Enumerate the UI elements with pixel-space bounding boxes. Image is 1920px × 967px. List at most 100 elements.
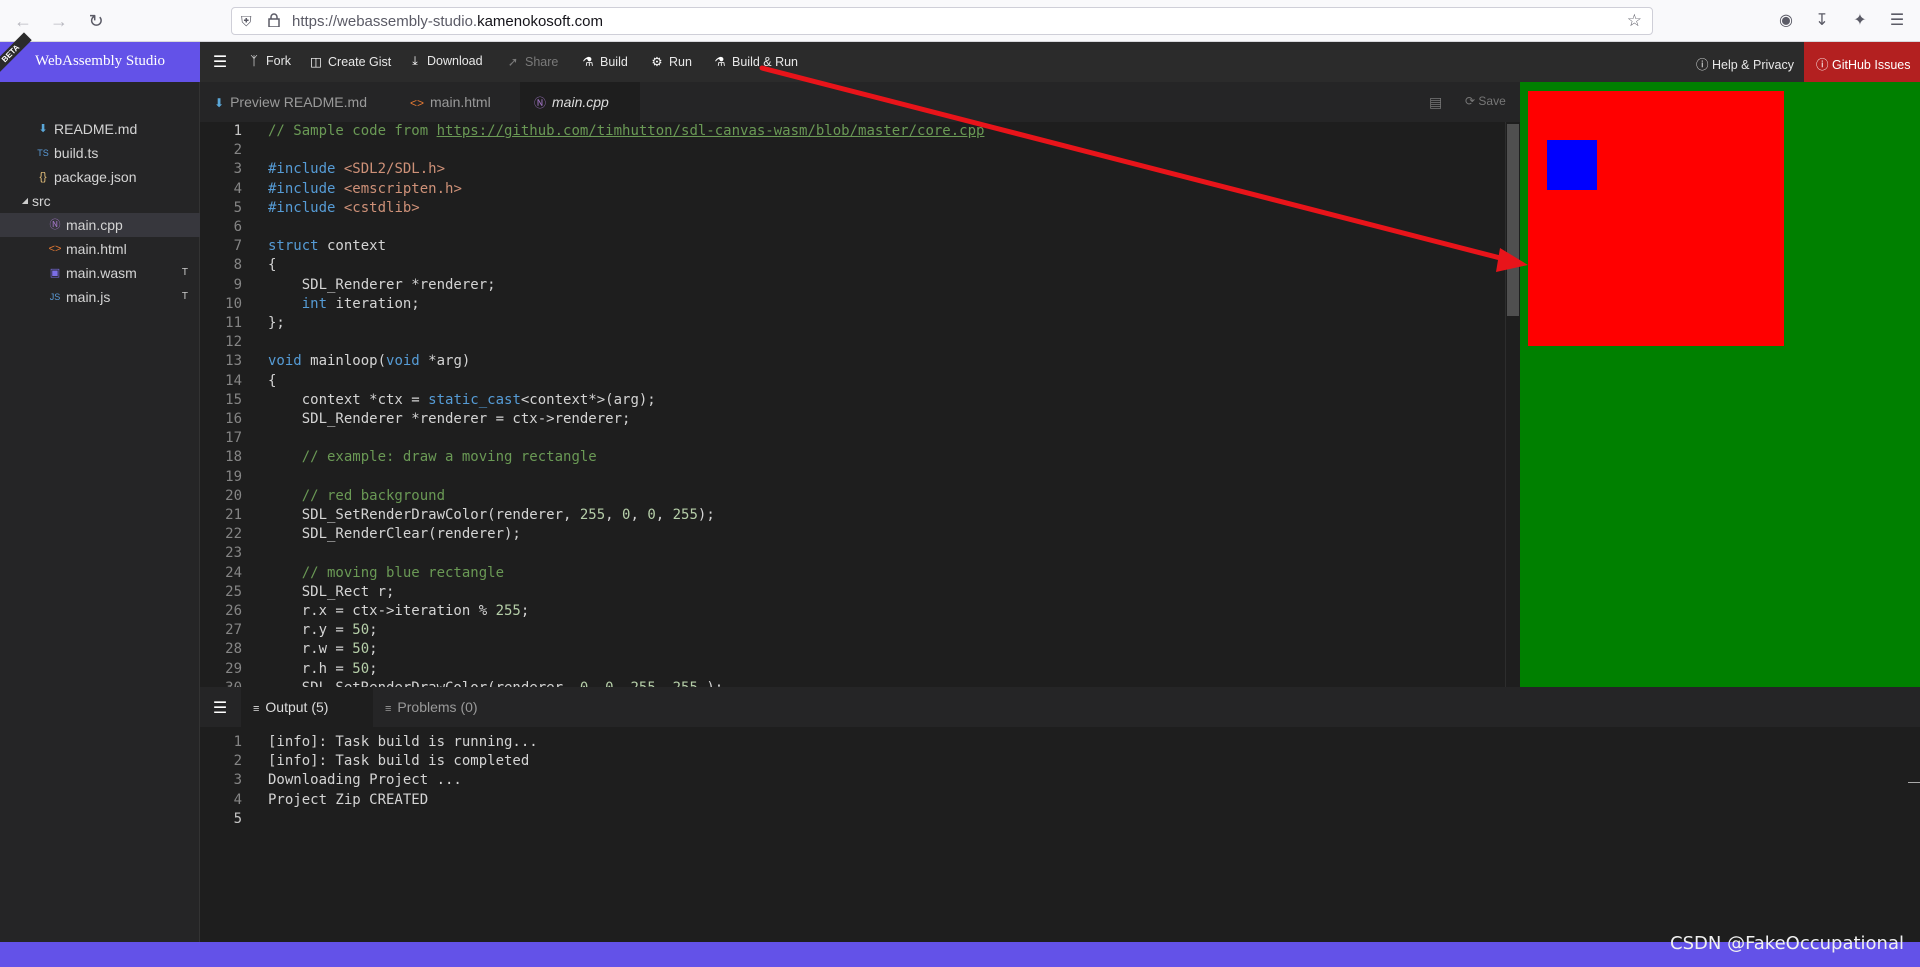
code-line[interactable]: 5 #include <cstdlib> bbox=[200, 199, 1500, 218]
blue-moving-rect bbox=[1547, 140, 1597, 190]
line-number: 2 bbox=[233, 142, 242, 159]
code-editor[interactable]: 1 // Sample code from https://github.com/… bbox=[200, 122, 1520, 687]
code-line[interactable]: 2 bbox=[200, 141, 1500, 160]
file-item-main-js[interactable]: JS main.js T bbox=[0, 285, 200, 309]
reload-icon[interactable]: ↻ bbox=[84, 9, 108, 33]
line-number: 27 bbox=[225, 622, 242, 639]
line-number: 10 bbox=[225, 295, 242, 312]
run-button[interactable]: ⚙ Run bbox=[649, 54, 692, 69]
create-gist-button[interactable]: ◫ Create Gist bbox=[308, 54, 391, 69]
code-line[interactable]: 18 // example: draw a moving rectangle bbox=[200, 448, 1500, 467]
code-line[interactable]: 28 r.w = 50; bbox=[200, 640, 1500, 659]
extensions-icon[interactable]: ✦ bbox=[1849, 10, 1871, 30]
tab-output[interactable]: ≡ Output (5) bbox=[241, 687, 373, 727]
code-line[interactable]: 20 // red background bbox=[200, 487, 1500, 506]
file-item-readme[interactable]: ⬇ README.md bbox=[0, 117, 200, 141]
scrollbar-thumb[interactable] bbox=[1507, 124, 1519, 316]
code-text: #include <emscripten.h> bbox=[268, 180, 462, 197]
json-icon: {} bbox=[39, 171, 47, 183]
code-line[interactable]: 22 SDL_RenderClear(renderer); bbox=[200, 525, 1500, 544]
pocket-icon[interactable]: ◉ bbox=[1775, 10, 1797, 30]
line-number: 5 bbox=[233, 199, 242, 216]
tab-problems[interactable]: ≡ Problems (0) bbox=[373, 687, 513, 727]
tab-main-html[interactable]: <> main.html bbox=[396, 82, 520, 122]
code-text: }; bbox=[268, 315, 285, 331]
code-line[interactable]: 29 r.h = 50; bbox=[200, 660, 1500, 679]
build-run-button[interactable]: ⚗ Build & Run bbox=[712, 54, 798, 69]
line-number: 4 bbox=[233, 791, 242, 808]
markdown-icon: ⬇ bbox=[214, 96, 225, 110]
code-line[interactable]: 25 SDL_Rect r; bbox=[200, 583, 1500, 602]
line-number: 2 bbox=[233, 753, 242, 770]
code-line[interactable]: 12 bbox=[200, 333, 1500, 352]
file-item-main-html[interactable]: <> main.html bbox=[0, 237, 200, 261]
tab-preview-readme[interactable]: ⬇ Preview README.md bbox=[200, 82, 396, 122]
bookmark-star-icon[interactable]: ☆ bbox=[1627, 11, 1642, 31]
lock-icon[interactable] bbox=[268, 13, 280, 27]
split-view-icon[interactable]: ▤ bbox=[1429, 94, 1442, 111]
fork-button[interactable]: ᛉ Fork bbox=[246, 54, 291, 68]
code-line[interactable]: 15 context *ctx = static_cast<context*>(… bbox=[200, 391, 1500, 410]
output-console[interactable]: 1 [info]: Task build is running... 2 [info]… bbox=[200, 727, 1920, 942]
line-number: 12 bbox=[225, 334, 242, 351]
fork-label: Fork bbox=[266, 54, 291, 68]
build-run-label: Build & Run bbox=[732, 55, 799, 69]
download-icon[interactable]: ↧ bbox=[1811, 10, 1833, 30]
build-button[interactable]: ⚗ Build bbox=[580, 54, 627, 69]
code-line[interactable]: 23 bbox=[200, 544, 1500, 563]
tab-main-cpp[interactable]: Ⓝmain.cpp bbox=[520, 82, 640, 122]
brand[interactable]: BETA WebAssembly Studio bbox=[0, 32, 200, 82]
download-button[interactable]: ⤓ Download bbox=[407, 54, 482, 69]
html-icon: <> bbox=[48, 243, 62, 255]
code-line[interactable]: 13 void mainloop(void *arg) bbox=[200, 352, 1500, 371]
code-line[interactable]: 17 bbox=[200, 429, 1500, 448]
code-line[interactable]: 19 bbox=[200, 468, 1500, 487]
github-issues-button[interactable]: ⓘ GitHub Issues bbox=[1804, 42, 1920, 82]
code-line[interactable]: 14 { bbox=[200, 372, 1500, 391]
hamburger-menu-icon[interactable]: ☰ bbox=[210, 52, 230, 72]
line-number: 21 bbox=[225, 507, 242, 523]
code-line[interactable]: 7 struct context bbox=[200, 237, 1500, 256]
editor-scrollbar[interactable] bbox=[1505, 122, 1519, 687]
code-line[interactable]: 27 r.y = 50; bbox=[200, 621, 1500, 640]
line-number: 4 bbox=[233, 180, 242, 197]
line-number: 20 bbox=[225, 487, 242, 504]
code-line[interactable]: 10 int iteration; bbox=[200, 295, 1500, 314]
panel-menu-icon[interactable]: ☰ bbox=[210, 698, 230, 718]
line-number: 5 bbox=[233, 810, 242, 827]
run-label: Run bbox=[669, 55, 692, 69]
problems-icon: ≡ bbox=[385, 703, 392, 715]
code-line[interactable]: 21 SDL_SetRenderDrawColor(renderer, 255,… bbox=[200, 506, 1500, 525]
forward-arrow-icon[interactable]: → bbox=[47, 9, 71, 33]
code-line[interactable]: 8{ bbox=[200, 256, 1500, 275]
save-button[interactable]: ⟳ Save bbox=[1465, 94, 1506, 108]
code-text: r.h = 50; bbox=[268, 660, 378, 677]
share-button[interactable]: ➚ Share bbox=[505, 54, 559, 69]
menu-hamburger-icon[interactable]: ☰ bbox=[1886, 10, 1908, 30]
shield-icon[interactable]: ⛨ bbox=[241, 13, 252, 30]
code-line[interactable]: 26 r.x = ctx->iteration % 255; bbox=[200, 602, 1500, 621]
file-flag: T bbox=[181, 291, 188, 302]
line-number: 13 bbox=[225, 353, 242, 370]
file-item-package-json[interactable]: {} package.json bbox=[0, 165, 200, 189]
code-line[interactable]: 9 SDL_Renderer *renderer; bbox=[200, 276, 1500, 295]
file-label: main.html bbox=[66, 241, 127, 257]
line-number: 22 bbox=[225, 526, 242, 543]
code-line[interactable]: 4 #include <emscripten.h> bbox=[200, 180, 1500, 199]
help-privacy-button[interactable]: ⓘ Help & Privacy bbox=[1696, 54, 1794, 73]
preview-canvas[interactable] bbox=[1520, 82, 1920, 687]
file-item-main-cpp[interactable]: Ⓝ main.cpp bbox=[0, 213, 200, 237]
code-line[interactable]: 11}; bbox=[200, 314, 1500, 333]
code-line[interactable]: 1 // Sample code from https://github.com/… bbox=[200, 122, 1500, 141]
code-line[interactable]: 3 #include <SDL2/SDL.h> bbox=[200, 160, 1500, 179]
code-line[interactable]: 30 SDL_SetRenderDrawColor(renderer, 0, 0… bbox=[200, 679, 1500, 687]
folder-item-src[interactable]: ◢ src bbox=[0, 189, 200, 213]
file-item-build-ts[interactable]: TS build.ts bbox=[0, 141, 200, 165]
code-line[interactable]: 24 // moving blue rectangle bbox=[200, 564, 1500, 583]
code-line[interactable]: 6 bbox=[200, 218, 1500, 237]
address-bar[interactable]: ⛨ https://webassembly-studio.kamenokosof… bbox=[231, 7, 1653, 35]
back-arrow-icon[interactable]: ← bbox=[11, 9, 35, 33]
url-text[interactable]: https://webassembly-studio.kamenokosoft.… bbox=[292, 13, 603, 30]
file-item-main-wasm[interactable]: ▣ main.wasm T bbox=[0, 261, 200, 285]
code-line[interactable]: 16 SDL_Renderer *renderer = ctx->rendere… bbox=[200, 410, 1500, 429]
